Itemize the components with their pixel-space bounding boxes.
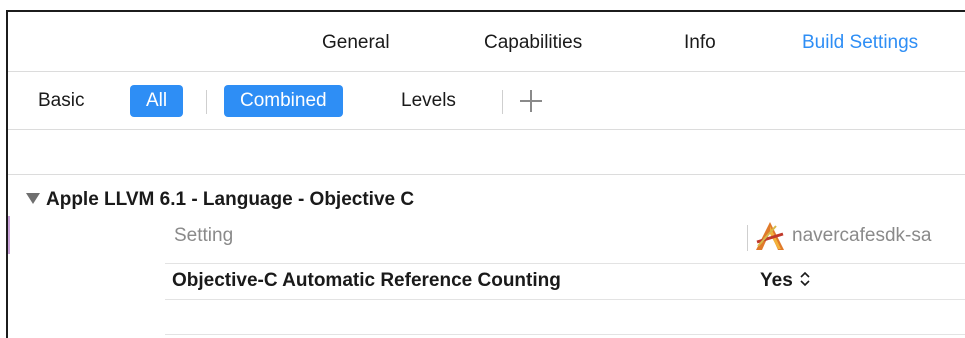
section-title: Apple LLVM 6.1 - Language - Objective C — [46, 189, 415, 210]
chevron-updown-icon — [800, 271, 810, 287]
filter-levels-button[interactable]: Levels — [401, 85, 456, 117]
filter-divider — [206, 90, 207, 114]
section-separator — [8, 174, 965, 175]
filter-combined-button[interactable]: Combined — [224, 85, 343, 117]
filter-all-button[interactable]: All — [130, 85, 184, 117]
row-divider — [165, 334, 965, 335]
tab-build-settings[interactable]: Build Settings — [802, 32, 918, 54]
app-target-icon — [756, 222, 784, 250]
setting-value-label: Yes — [760, 270, 793, 291]
row-divider — [165, 263, 965, 264]
plus-icon[interactable] — [518, 88, 544, 114]
tab-info[interactable]: Info — [684, 32, 716, 54]
editor-tab-bar: General Capabilities Info Build Settings — [8, 12, 965, 72]
target-column-header: navercafesdk-sa — [792, 225, 932, 246]
column-header-setting: Setting — [174, 225, 234, 246]
setting-name[interactable]: Objective-C Automatic Reference Counting — [172, 270, 561, 292]
section-header[interactable]: Apple LLVM 6.1 - Language - Objective C — [26, 187, 414, 213]
tab-capabilities[interactable]: Capabilities — [484, 32, 582, 54]
filter-divider — [502, 90, 503, 114]
tab-general[interactable]: General — [322, 32, 390, 54]
row-divider — [165, 299, 965, 300]
build-settings-window: General Capabilities Info Build Settings… — [6, 10, 965, 338]
column-divider — [747, 225, 748, 251]
setting-value-popup[interactable]: Yes — [760, 270, 811, 292]
selection-accent — [8, 216, 10, 254]
settings-filter-bar: Basic All Combined Levels — [8, 72, 965, 130]
filter-basic-button[interactable]: Basic — [38, 85, 84, 117]
disclosure-triangle-icon[interactable] — [26, 193, 40, 204]
